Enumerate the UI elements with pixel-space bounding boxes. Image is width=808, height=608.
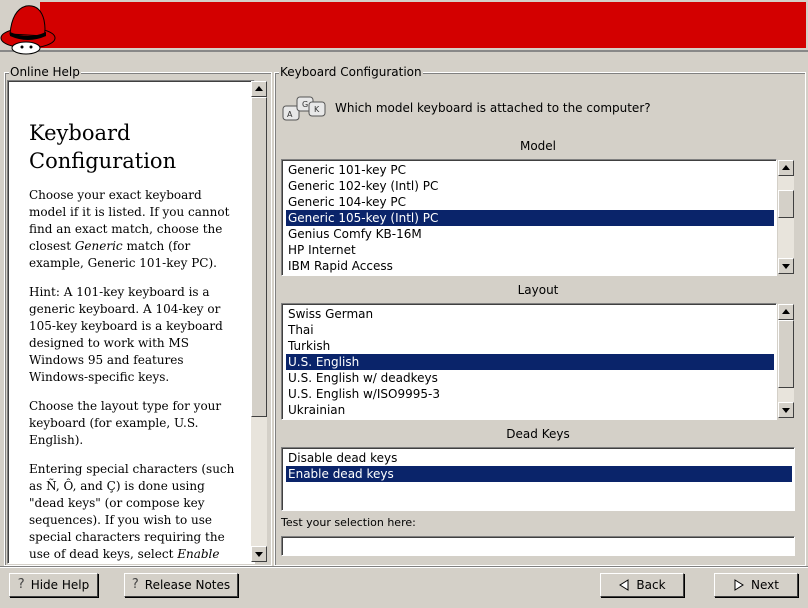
dead-keys-list-item[interactable]: Enable dead keys bbox=[286, 466, 792, 482]
scroll-thumb[interactable] bbox=[251, 97, 267, 417]
model-list-item[interactable]: Genius Comfy KB-16M bbox=[286, 226, 774, 242]
model-list-item[interactable]: Generic 105-key (Intl) PC bbox=[286, 210, 774, 226]
scroll-up-button[interactable] bbox=[778, 304, 794, 320]
scroll-up-button[interactable] bbox=[778, 160, 794, 176]
scroll-thumb[interactable] bbox=[778, 320, 794, 388]
hide-help-button[interactable]: ? Hide Help bbox=[9, 573, 98, 597]
back-button[interactable]: Back bbox=[600, 573, 684, 597]
layout-list-item[interactable]: Thai bbox=[286, 322, 774, 338]
layout-list-item[interactable]: Swiss German bbox=[286, 306, 774, 322]
keyboard-question: Which model keyboard is attached to the … bbox=[335, 101, 651, 115]
layout-list-item[interactable]: Ukrainian bbox=[286, 402, 774, 418]
dead-keys-list-item[interactable]: Disable dead keys bbox=[286, 450, 792, 466]
help-paragraph-1: Choose your exact keyboard model if it i… bbox=[29, 188, 230, 270]
release-notes-button[interactable]: ? Release Notes bbox=[124, 573, 238, 597]
scroll-down-button[interactable] bbox=[778, 402, 794, 418]
next-button[interactable]: Next bbox=[714, 573, 798, 597]
scroll-down-button[interactable] bbox=[778, 258, 794, 274]
arrow-down-icon bbox=[782, 408, 790, 413]
svg-text:K: K bbox=[314, 105, 320, 114]
help-scrollbar[interactable] bbox=[251, 81, 267, 562]
online-help-legend: Online Help bbox=[9, 65, 81, 79]
dead-keys-list[interactable]: Disable dead keys Enable dead keys bbox=[281, 447, 795, 511]
help-text-area: Keyboard Configuration Choose your exact … bbox=[7, 80, 255, 564]
model-list-item[interactable]: HP Internet bbox=[286, 242, 774, 258]
layout-scrollbar[interactable] bbox=[778, 304, 794, 418]
model-scrollbar[interactable] bbox=[778, 160, 794, 274]
layout-list-item[interactable]: U.S. English w/ISO9995-3 bbox=[286, 386, 774, 402]
dead-keys-label: Dead Keys bbox=[506, 427, 570, 441]
scroll-down-button[interactable] bbox=[251, 546, 267, 562]
back-arrow-icon bbox=[619, 579, 629, 591]
header-banner bbox=[0, 0, 808, 56]
help-paragraph-3: Choose the layout type for your keyboard… bbox=[29, 399, 222, 447]
svg-text:G: G bbox=[302, 100, 308, 109]
arrow-up-icon bbox=[782, 165, 790, 170]
model-list-item[interactable]: Generic 102-key (Intl) PC bbox=[286, 178, 774, 194]
redhat-logo-icon bbox=[0, 5, 56, 55]
model-list[interactable]: Generic 101-key PC Generic 102-key (Intl)… bbox=[281, 159, 777, 276]
arrow-down-icon bbox=[255, 552, 263, 557]
keyboard-keys-icon: A G K bbox=[282, 96, 326, 121]
layout-list-item[interactable]: Turkish bbox=[286, 338, 774, 354]
help-paragraph-2: Hint: A 101-key keyboard is a generic ke… bbox=[29, 285, 223, 384]
model-list-item[interactable]: Generic 101-key PC bbox=[286, 162, 774, 178]
test-input[interactable] bbox=[281, 536, 795, 556]
model-list-item[interactable]: IBM Rapid Access bbox=[286, 258, 774, 274]
help-title: Keyboard Configuration bbox=[29, 121, 177, 173]
help-icon: ? bbox=[131, 577, 139, 592]
arrow-up-icon bbox=[782, 309, 790, 314]
model-label: Model bbox=[519, 139, 557, 153]
help-paragraph-4: Entering special characters (such as Ñ, … bbox=[29, 462, 235, 561]
test-label: Test your selection here: bbox=[281, 516, 416, 529]
scroll-thumb[interactable] bbox=[778, 190, 794, 218]
arrow-down-icon bbox=[782, 264, 790, 269]
layout-list-item[interactable]: U.S. English w/ deadkeys bbox=[286, 370, 774, 386]
scroll-up-button[interactable] bbox=[251, 81, 267, 97]
svg-text:A: A bbox=[287, 110, 293, 119]
next-arrow-icon bbox=[734, 579, 744, 591]
arrow-up-icon bbox=[255, 86, 263, 91]
layout-list[interactable]: Swiss German Thai Turkish U.S. English U.S. … bbox=[281, 303, 777, 420]
keyboard-config-legend: Keyboard Configuration bbox=[279, 65, 423, 79]
layout-label: Layout bbox=[517, 283, 559, 297]
banner-bar bbox=[40, 2, 806, 48]
layout-list-item[interactable]: U.S. English bbox=[286, 354, 774, 370]
model-list-item[interactable]: Generic 104-key PC bbox=[286, 194, 774, 210]
help-icon: ? bbox=[17, 577, 25, 592]
